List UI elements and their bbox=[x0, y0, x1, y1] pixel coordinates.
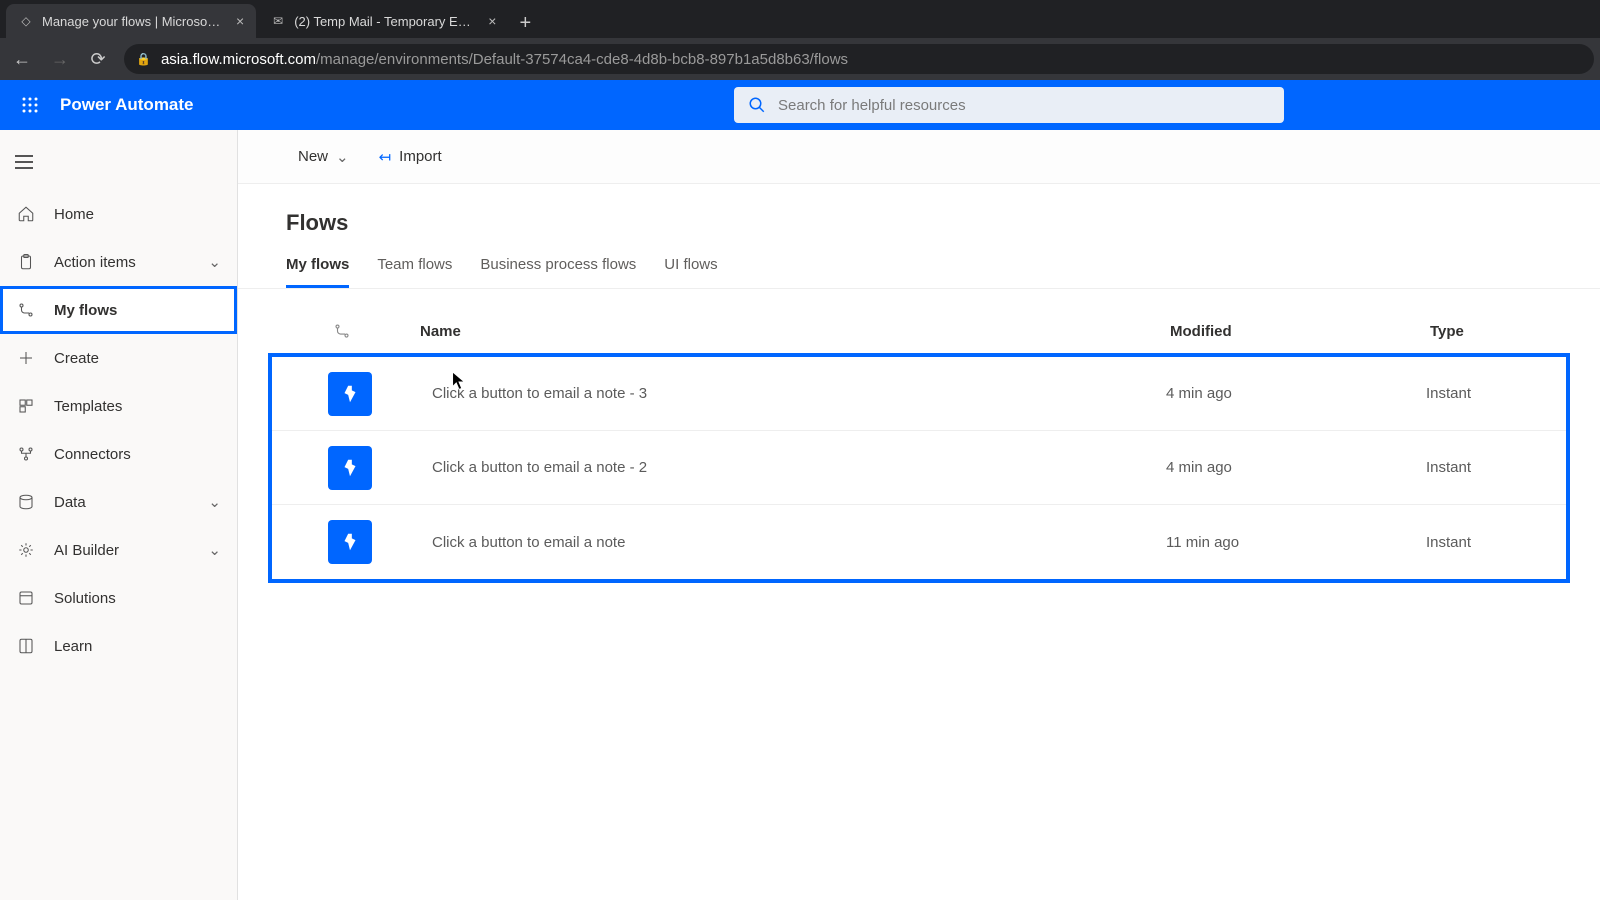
tab-title: Manage your flows | Microsoft P bbox=[42, 14, 222, 29]
browser-chrome: ◇ Manage your flows | Microsoft P × ✉ (2… bbox=[0, 0, 1600, 80]
url-domain: asia.flow.microsoft.com bbox=[161, 51, 316, 68]
page-title: Flows bbox=[238, 184, 1600, 256]
sidebar-item-learn[interactable]: Learn bbox=[0, 622, 237, 670]
flows-table: Name Modified Type Click a button to ema… bbox=[238, 289, 1600, 583]
sidebar-item-label: Action items bbox=[54, 254, 136, 271]
column-header-name[interactable]: Name bbox=[360, 323, 1170, 340]
command-bar: New ⌄ ↤ Import bbox=[238, 130, 1600, 184]
flow-modified: 4 min ago bbox=[1166, 385, 1426, 402]
chevron-down-icon: ⌄ bbox=[208, 541, 221, 559]
import-label: Import bbox=[399, 148, 442, 165]
sidebar-item-label: My flows bbox=[54, 302, 117, 319]
sidebar-item-solutions[interactable]: Solutions bbox=[0, 574, 237, 622]
chevron-down-icon: ⌄ bbox=[208, 253, 221, 271]
sidebar-item-home[interactable]: Home bbox=[0, 190, 237, 238]
ai-icon bbox=[16, 541, 36, 559]
search-box[interactable] bbox=[734, 87, 1284, 123]
sidebar-item-label: AI Builder bbox=[54, 542, 119, 559]
sidebar-item-label: Create bbox=[54, 350, 99, 367]
templates-icon bbox=[16, 397, 36, 415]
sidebar-item-data[interactable]: Data ⌄ bbox=[0, 478, 237, 526]
data-icon bbox=[16, 493, 36, 511]
back-button[interactable]: ← bbox=[6, 43, 38, 75]
solutions-icon bbox=[16, 589, 36, 607]
tab-title: (2) Temp Mail - Temporary Email bbox=[294, 14, 474, 29]
highlighted-rows: Click a button to email a note - 3 4 min… bbox=[268, 353, 1570, 583]
lock-icon: 🔒 bbox=[136, 52, 151, 66]
new-dropdown[interactable]: New ⌄ bbox=[298, 148, 349, 166]
reload-button[interactable]: ⟳ bbox=[82, 43, 114, 75]
flow-type: Instant bbox=[1426, 534, 1546, 551]
tabs: My flows Team flows Business process flo… bbox=[238, 256, 1600, 289]
instant-flow-icon bbox=[328, 372, 372, 416]
tab-strip: ◇ Manage your flows | Microsoft P × ✉ (2… bbox=[0, 0, 1600, 38]
search-input[interactable] bbox=[778, 97, 1270, 114]
sidebar-item-label: Solutions bbox=[54, 590, 116, 607]
forward-button[interactable]: → bbox=[44, 43, 76, 75]
sidebar-item-ai-builder[interactable]: AI Builder ⌄ bbox=[0, 526, 237, 574]
search-icon bbox=[748, 96, 766, 114]
instant-flow-icon bbox=[328, 520, 372, 564]
tab-my-flows[interactable]: My flows bbox=[286, 256, 349, 288]
sidebar-item-templates[interactable]: Templates bbox=[0, 382, 237, 430]
browser-toolbar: ← → ⟳ 🔒 asia.flow.microsoft.com/manage/e… bbox=[0, 38, 1600, 80]
main-content: New ⌄ ↤ Import Flows My flows Team flows… bbox=[238, 130, 1600, 900]
flow-name: Click a button to email a note bbox=[372, 534, 1166, 551]
flow-type: Instant bbox=[1426, 459, 1546, 476]
app-body: Home Action items ⌄ My flows Create Temp… bbox=[0, 130, 1600, 900]
book-icon bbox=[16, 637, 36, 655]
flow-type: Instant bbox=[1426, 385, 1546, 402]
tab-favicon-icon: ◇ bbox=[18, 13, 34, 29]
import-icon: ↤ bbox=[379, 148, 392, 166]
tab-business-process-flows[interactable]: Business process flows bbox=[480, 256, 636, 288]
new-tab-button[interactable]: + bbox=[510, 8, 540, 38]
home-icon bbox=[16, 205, 36, 223]
sidebar-item-action-items[interactable]: Action items ⌄ bbox=[0, 238, 237, 286]
url-path: /manage/environments/Default-37574ca4-cd… bbox=[316, 51, 848, 68]
new-label: New bbox=[298, 148, 328, 165]
chevron-down-icon: ⌄ bbox=[336, 148, 349, 166]
tab-ui-flows[interactable]: UI flows bbox=[664, 256, 717, 288]
sidebar-item-label: Data bbox=[54, 494, 86, 511]
flow-name: Click a button to email a note - 2 bbox=[372, 459, 1166, 476]
plus-icon bbox=[16, 349, 36, 367]
tab-team-flows[interactable]: Team flows bbox=[377, 256, 452, 288]
flow-modified: 11 min ago bbox=[1166, 534, 1426, 551]
sidebar-item-my-flows[interactable]: My flows bbox=[0, 286, 237, 334]
browser-tab[interactable]: ✉ (2) Temp Mail - Temporary Email × bbox=[258, 4, 508, 38]
sidebar-item-label: Learn bbox=[54, 638, 92, 655]
tab-close-icon[interactable]: × bbox=[236, 13, 244, 29]
app-header: Power Automate bbox=[0, 80, 1600, 130]
column-header-type[interactable]: Type bbox=[1430, 323, 1550, 340]
sidebar: Home Action items ⌄ My flows Create Temp… bbox=[0, 130, 238, 900]
table-row[interactable]: Click a button to email a note - 3 4 min… bbox=[272, 357, 1566, 431]
sidebar-item-create[interactable]: Create bbox=[0, 334, 237, 382]
sidebar-item-connectors[interactable]: Connectors bbox=[0, 430, 237, 478]
sidebar-item-label: Templates bbox=[54, 398, 122, 415]
table-row[interactable]: Click a button to email a note - 2 4 min… bbox=[272, 431, 1566, 505]
connectors-icon bbox=[16, 445, 36, 463]
flow-icon bbox=[16, 301, 36, 319]
sidebar-item-label: Connectors bbox=[54, 446, 131, 463]
chevron-down-icon: ⌄ bbox=[208, 493, 221, 511]
tab-close-icon[interactable]: × bbox=[488, 13, 496, 29]
import-button[interactable]: ↤ Import bbox=[379, 148, 442, 166]
table-header: Name Modified Type bbox=[268, 309, 1570, 353]
instant-flow-icon bbox=[328, 446, 372, 490]
flow-modified: 4 min ago bbox=[1166, 459, 1426, 476]
table-row[interactable]: Click a button to email a note 11 min ag… bbox=[272, 505, 1566, 579]
flow-type-icon bbox=[324, 322, 360, 340]
browser-tab-active[interactable]: ◇ Manage your flows | Microsoft P × bbox=[6, 4, 256, 38]
app-launcher-icon[interactable] bbox=[16, 91, 44, 119]
flow-name: Click a button to email a note - 3 bbox=[372, 385, 1166, 402]
hamburger-button[interactable] bbox=[0, 138, 48, 186]
brand-title[interactable]: Power Automate bbox=[60, 95, 194, 115]
sidebar-item-label: Home bbox=[54, 206, 94, 223]
address-bar[interactable]: 🔒 asia.flow.microsoft.com/manage/environ… bbox=[124, 44, 1594, 74]
tab-favicon-icon: ✉ bbox=[270, 13, 286, 29]
column-header-modified[interactable]: Modified bbox=[1170, 323, 1430, 340]
clipboard-icon bbox=[16, 253, 36, 271]
